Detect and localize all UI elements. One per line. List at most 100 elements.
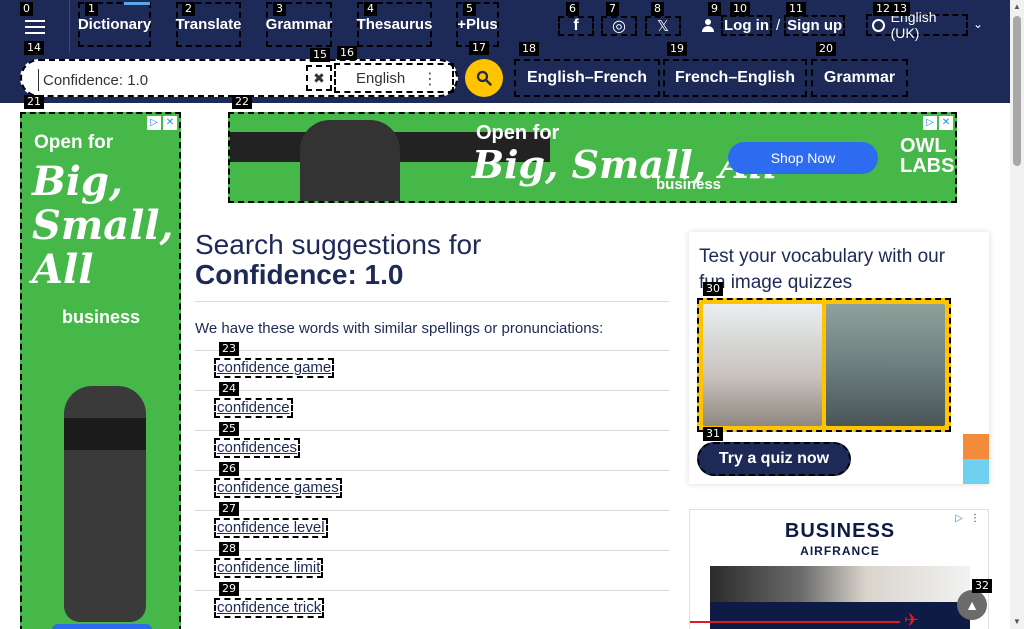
x-link[interactable]: 𝕏 [645,16,681,36]
quiz-card: Test your vocabulary with our fun image … [689,232,989,484]
facebook-icon: f [573,17,579,34]
facebook-link[interactable]: f [558,16,594,36]
nav-label: Translate [175,16,242,33]
side-share-strip[interactable] [963,434,989,484]
divider [195,470,669,471]
badge: 31 [703,427,723,441]
left-banner-ad[interactable]: ▷ ✕ Open for Big, Small, All business [20,112,181,629]
hamburger-icon [24,16,45,38]
search-row: ✖ English ⋮ English–French French–Englis… [0,53,1010,103]
top-banner-ad[interactable]: ▷ ✕ Open for Big, Small, All business Sho… [228,112,957,203]
scroll-up-arrow-icon[interactable]: ▲ [1010,0,1024,14]
ad-cta [52,624,152,629]
user-icon [702,18,714,32]
badge: 16 [337,46,357,60]
badge: 26 [219,462,239,476]
divider [195,590,669,591]
more-vertical-icon: ⋮ [422,71,438,88]
signup-link[interactable]: Sign up [784,14,846,36]
suggestion-link[interactable]: confidence limit [214,558,324,578]
badge: 14 [24,41,44,55]
badge: 23 [219,342,239,356]
share-blue-tab[interactable] [963,459,989,484]
suggestion-link[interactable]: confidence games [214,478,342,498]
badge: 21 [24,95,44,109]
ad-brand: BUSINESS [784,520,896,542]
instagram-link[interactable]: ◎ [601,16,637,36]
login-link[interactable]: Log in [721,14,772,36]
badge: 29 [219,582,239,596]
plane-icon: ✈ [904,610,920,629]
clear-search-button[interactable]: ✖ [306,65,332,91]
badge: 18 [519,42,539,56]
dict-link-english-french[interactable]: English–French [514,59,660,97]
badge: 25 [219,422,239,436]
dict-link-grammar[interactable]: Grammar [811,59,908,97]
search-input[interactable] [38,69,308,91]
camera-device-image [64,386,146,622]
quiz-image-link[interactable] [697,298,951,432]
badge: 13 [890,2,910,16]
ad-close-icon[interactable]: ✕ [163,116,177,130]
ad-red-line [690,621,900,623]
badge: 9 [708,2,721,16]
suggestion-link[interactable]: confidence trick [214,598,325,618]
badge: 11 [786,2,806,16]
ad-text: Open for [34,132,114,153]
badge: 17 [469,41,489,55]
badge: 28 [219,542,239,556]
scroll-thumb[interactable] [1013,16,1021,166]
divider [195,390,669,391]
ad-info-icon[interactable]: ▷ [147,116,161,130]
badge: 24 [219,382,239,396]
quiz-title: Test your vocabulary with our fun image … [699,246,946,293]
ad-brand-logo: OWL LABS [900,135,955,177]
search-language-dropdown[interactable]: English ⋮ [334,63,454,93]
back-to-top-button[interactable]: ▲ [957,590,987,620]
badge: 10 [730,2,750,16]
arrow-up-icon: ▲ [965,597,979,613]
chevron-down-icon: ⌄ [973,17,984,31]
nav-label: Thesaurus [356,16,433,33]
badge: 20 [816,42,836,56]
share-orange-tab[interactable] [963,434,989,459]
try-quiz-button[interactable]: Try a quiz now [697,442,851,476]
auth-links: Log in / Sign up [702,14,846,36]
suggestion-link[interactable]: confidences [214,438,301,458]
top-navigation-bar: 0 Dictionary 1 Translate 2 Grammar 3 The… [0,0,1010,53]
ad-text: business [656,176,722,193]
badge: 19 [667,42,687,56]
divider [195,350,669,351]
ad-sub-brand: AIRFRANCE [800,544,880,558]
shop-now-button[interactable]: Shop Now [728,142,878,174]
divider [195,510,669,511]
ad-info-icon[interactable]: ▷ [923,116,937,130]
nav-label: +Plus [457,16,498,33]
suggestion-link[interactable]: confidence game [214,358,335,378]
nav-label: Dictionary [77,16,152,33]
scroll-down-arrow-icon[interactable]: ▼ [1010,615,1024,629]
auth-separator: / [776,16,781,34]
badge: 3 [273,2,286,16]
badge: 15 [310,48,330,62]
ad-controls: ▷ ✕ [923,116,953,130]
bottom-right-ad[interactable]: ▷ ⋮ BUSINESS AIRFRANCE ✈ [689,509,989,629]
suggestion-link[interactable]: confidence level [214,518,328,538]
badge: 30 [703,282,723,296]
badge: 22 [232,95,252,109]
badge: 27 [219,502,239,516]
ad-close-icon[interactable]: ✕ [939,116,953,130]
page-scrollbar[interactable]: ▲ ▼ [1010,0,1024,629]
instagram-icon: ◎ [612,18,626,35]
divider [195,550,669,551]
divider [195,430,669,431]
site-language-selector[interactable]: English (UK) [866,9,968,41]
dict-link-french-english[interactable]: French–English [663,59,807,97]
search-language-label: English [356,69,406,87]
badge: 1 [85,2,98,16]
suggestion-link[interactable]: confidence [214,398,293,418]
search-box: ✖ English ⋮ [20,59,458,97]
badge: 4 [364,2,377,16]
search-button[interactable] [465,59,503,97]
ad-text: business [62,307,141,327]
